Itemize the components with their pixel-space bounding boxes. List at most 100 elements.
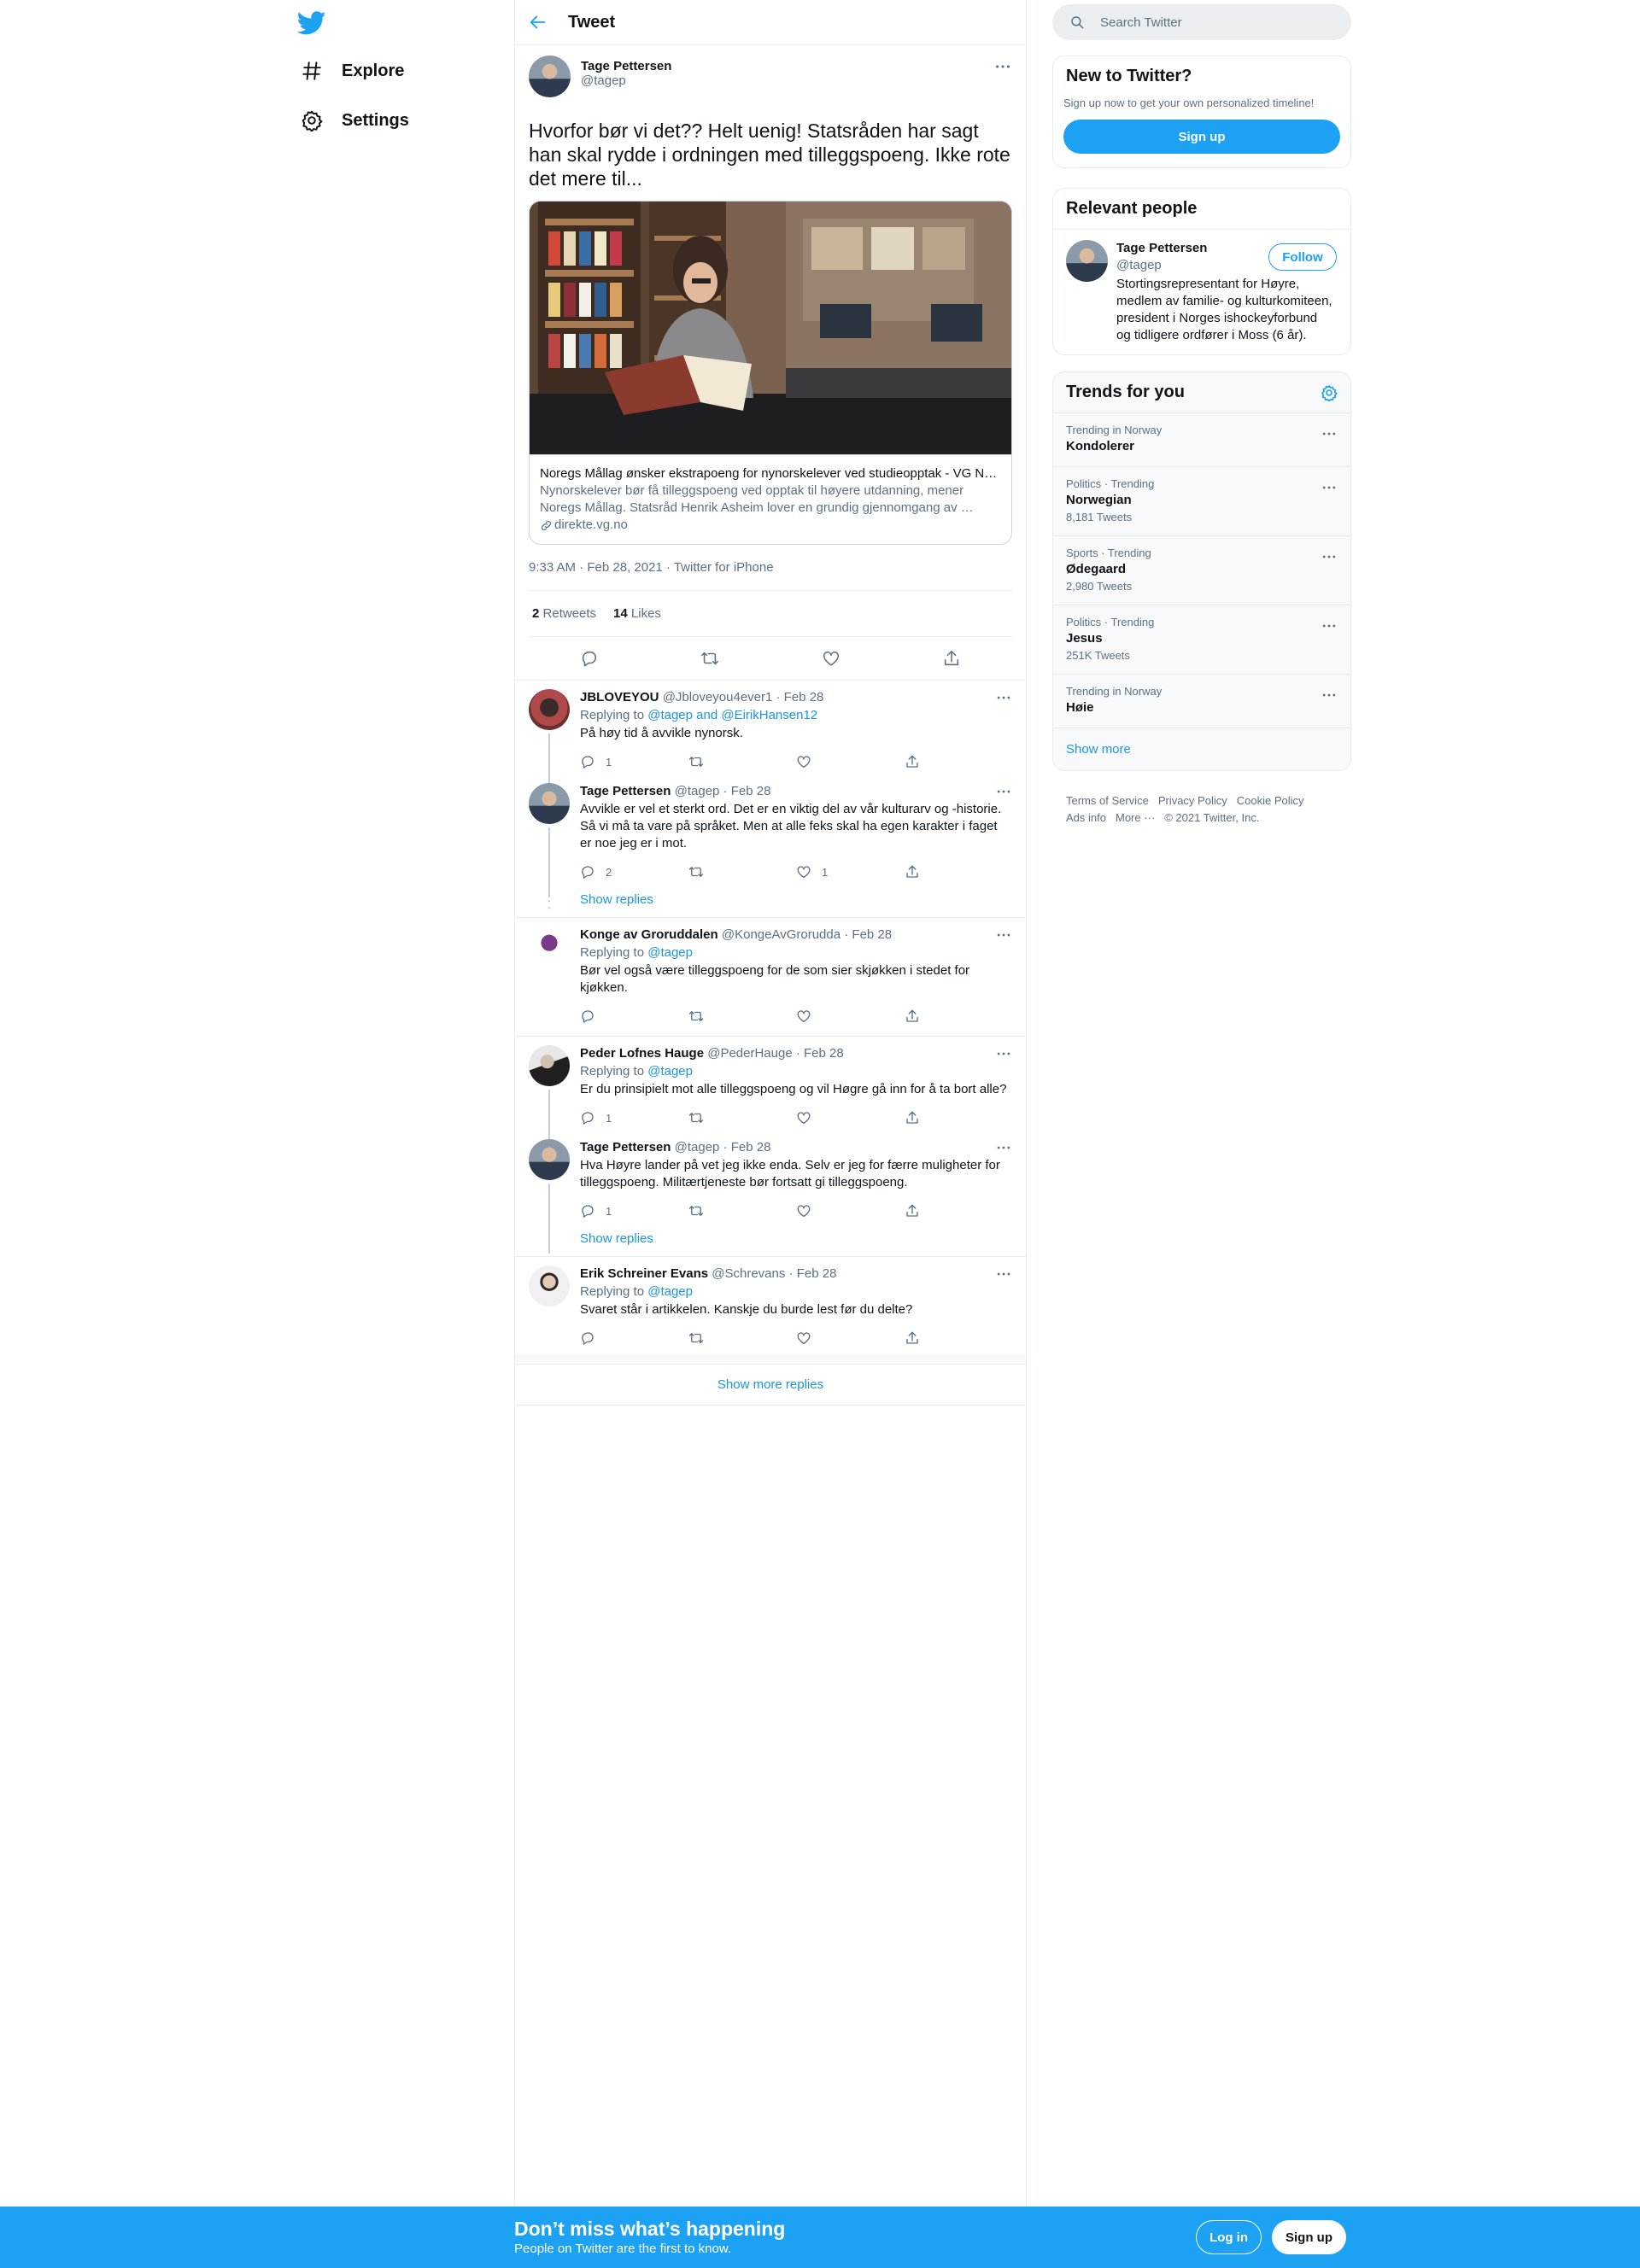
reply-author-handle[interactable]: @PederHauge [707, 1046, 792, 1061]
reply-button[interactable]: 2 [580, 864, 688, 880]
retweet-button[interactable] [688, 1110, 797, 1125]
more-dots-icon[interactable] [1321, 479, 1338, 496]
likes-link[interactable]: 14 Likes [613, 606, 661, 621]
show-more-replies-button[interactable]: Show more replies [515, 1365, 1026, 1406]
footer-terms[interactable]: Terms of Service [1066, 794, 1149, 807]
avatar[interactable] [529, 689, 570, 730]
like-button[interactable] [796, 754, 905, 769]
retweet-button[interactable] [688, 1203, 797, 1219]
share-icon[interactable] [942, 649, 961, 668]
more-dots-icon[interactable] [995, 1045, 1012, 1062]
replying-to-link[interactable]: @tagep and @EirikHansen12 [647, 708, 817, 722]
avatar[interactable] [529, 56, 571, 97]
reply-author-name[interactable]: Erik Schreiner Evans [580, 1266, 708, 1281]
reply-button[interactable] [580, 1330, 688, 1346]
more-dots-icon[interactable] [995, 783, 1012, 800]
reply-tweet[interactable]: Erik Schreiner Evans @Schrevans · Feb 28… [515, 1257, 1026, 1354]
author-handle[interactable]: @tagep [581, 73, 671, 88]
reply-author-handle[interactable]: @tagep [675, 1140, 720, 1154]
reply-author-handle[interactable]: @Schrevans [712, 1266, 785, 1281]
reply-tweet[interactable]: Tage Pettersen @tagep · Feb 28 Hva Høyre… [515, 1134, 1026, 1254]
reply-time[interactable]: · Feb 28 [776, 690, 824, 704]
share-button[interactable] [905, 1203, 1013, 1219]
like-button[interactable] [796, 1203, 905, 1219]
reply-tweet[interactable]: Konge av Groruddalen @KongeAvGrorudda · … [515, 918, 1026, 1032]
share-button[interactable] [905, 1110, 1013, 1125]
signup-button[interactable]: Sign up [1063, 120, 1340, 154]
twitter-logo-icon[interactable] [297, 9, 326, 38]
trend-item[interactable]: Sports · Trending Ødegaard 2,980 Tweets [1053, 535, 1350, 605]
login-button[interactable]: Log in [1196, 2220, 1262, 2254]
footer-cookie[interactable]: Cookie Policy [1237, 794, 1304, 807]
reply-time[interactable]: · Feb 28 [723, 1140, 771, 1154]
like-icon[interactable] [822, 649, 840, 668]
show-replies-link[interactable]: Show replies [515, 888, 1026, 917]
footer-ads-info[interactable]: Ads info [1066, 811, 1106, 824]
reply-author-name[interactable]: Konge av Groruddalen [580, 927, 718, 942]
reply-author-handle[interactable]: @tagep [675, 784, 720, 798]
more-dots-icon[interactable] [1321, 425, 1338, 442]
share-button[interactable] [905, 1330, 1013, 1346]
trend-item[interactable]: Politics · Trending Jesus 251K Tweets [1053, 605, 1350, 674]
reply-button[interactable] [580, 1008, 688, 1024]
banner-signup-button[interactable]: Sign up [1272, 2220, 1346, 2254]
like-button[interactable] [796, 1110, 905, 1125]
avatar[interactable] [1066, 240, 1108, 282]
trend-item[interactable]: Trending in Norway Høie [1053, 674, 1350, 728]
author-name[interactable]: Tage Pettersen [581, 59, 671, 73]
show-replies-link[interactable]: Show replies [515, 1227, 1026, 1256]
reply-author-name[interactable]: Peder Lofnes Hauge [580, 1046, 704, 1061]
reply-tweet[interactable]: Peder Lofnes Hauge @PederHauge · Feb 28 … [515, 1037, 1026, 1143]
avatar[interactable] [529, 926, 570, 967]
more-dots-icon[interactable] [995, 1266, 1012, 1283]
gear-icon[interactable] [1321, 384, 1338, 401]
avatar[interactable] [529, 1045, 570, 1086]
replying-to-link[interactable]: @tagep [647, 1284, 693, 1299]
avatar[interactable] [529, 1139, 570, 1180]
trend-item[interactable]: Politics · Trending Norwegian 8,181 Twee… [1053, 466, 1350, 535]
link-card[interactable]: Noregs Mållag ønsker ekstrapoeng for nyn… [529, 201, 1012, 545]
footer-more[interactable]: More ··· [1116, 811, 1155, 824]
replying-to-link[interactable]: @tagep [647, 945, 693, 960]
reply-author-name[interactable]: Tage Pettersen [580, 1140, 671, 1154]
retweet-button[interactable] [688, 1008, 797, 1024]
retweet-button[interactable] [688, 754, 797, 769]
like-button[interactable] [796, 1008, 905, 1024]
reply-button[interactable]: 1 [580, 1203, 688, 1219]
reply-icon[interactable] [580, 649, 599, 668]
follow-button[interactable]: Follow [1268, 243, 1337, 271]
reply-author-name[interactable]: Tage Pettersen [580, 784, 671, 798]
search-bar[interactable] [1052, 4, 1351, 40]
reply-author-handle[interactable]: @Jbloveyou4ever1 [663, 690, 773, 704]
tweet-timestamp[interactable]: 9:33 AM · Feb 28, 2021 · Twitter for iPh… [529, 545, 1012, 591]
reply-button[interactable]: 1 [580, 754, 688, 769]
more-dots-icon[interactable] [995, 926, 1012, 944]
reply-tweet[interactable]: JBLOVEYOU @Jbloveyou4ever1 · Feb 28 Repl… [515, 681, 1026, 788]
reply-tweet[interactable]: Tage Pettersen @tagep · Feb 28 Avvikle e… [515, 778, 1026, 897]
retweet-icon[interactable] [700, 649, 719, 668]
more-dots-icon[interactable] [1321, 617, 1338, 634]
retweet-button[interactable] [688, 864, 797, 880]
reply-button[interactable]: 1 [580, 1110, 688, 1125]
reply-time[interactable]: · Feb 28 [723, 784, 771, 798]
avatar[interactable] [529, 1266, 570, 1306]
like-button[interactable]: 1 [796, 864, 905, 880]
show-more-trends-link[interactable]: Show more [1053, 728, 1350, 770]
reply-time[interactable]: · Feb 28 [844, 927, 892, 942]
replying-to-link[interactable]: @tagep [647, 1064, 693, 1078]
avatar[interactable] [529, 783, 570, 824]
search-input[interactable] [1100, 15, 1322, 30]
nav-settings[interactable]: Settings [301, 99, 409, 142]
reply-author-name[interactable]: JBLOVEYOU [580, 690, 659, 704]
reply-time[interactable]: · Feb 28 [796, 1046, 844, 1061]
share-button[interactable] [905, 1008, 1013, 1024]
nav-explore[interactable]: Explore [301, 50, 404, 92]
more-dots-icon[interactable] [1321, 548, 1338, 565]
share-button[interactable] [905, 864, 1013, 880]
like-button[interactable] [796, 1330, 905, 1346]
reply-author-handle[interactable]: @KongeAvGrorudda [722, 927, 840, 942]
more-dots-icon[interactable] [995, 1139, 1012, 1156]
retweet-button[interactable] [688, 1330, 797, 1346]
reply-time[interactable]: · Feb 28 [789, 1266, 837, 1281]
retweets-link[interactable]: 2 Retweets [532, 606, 596, 621]
